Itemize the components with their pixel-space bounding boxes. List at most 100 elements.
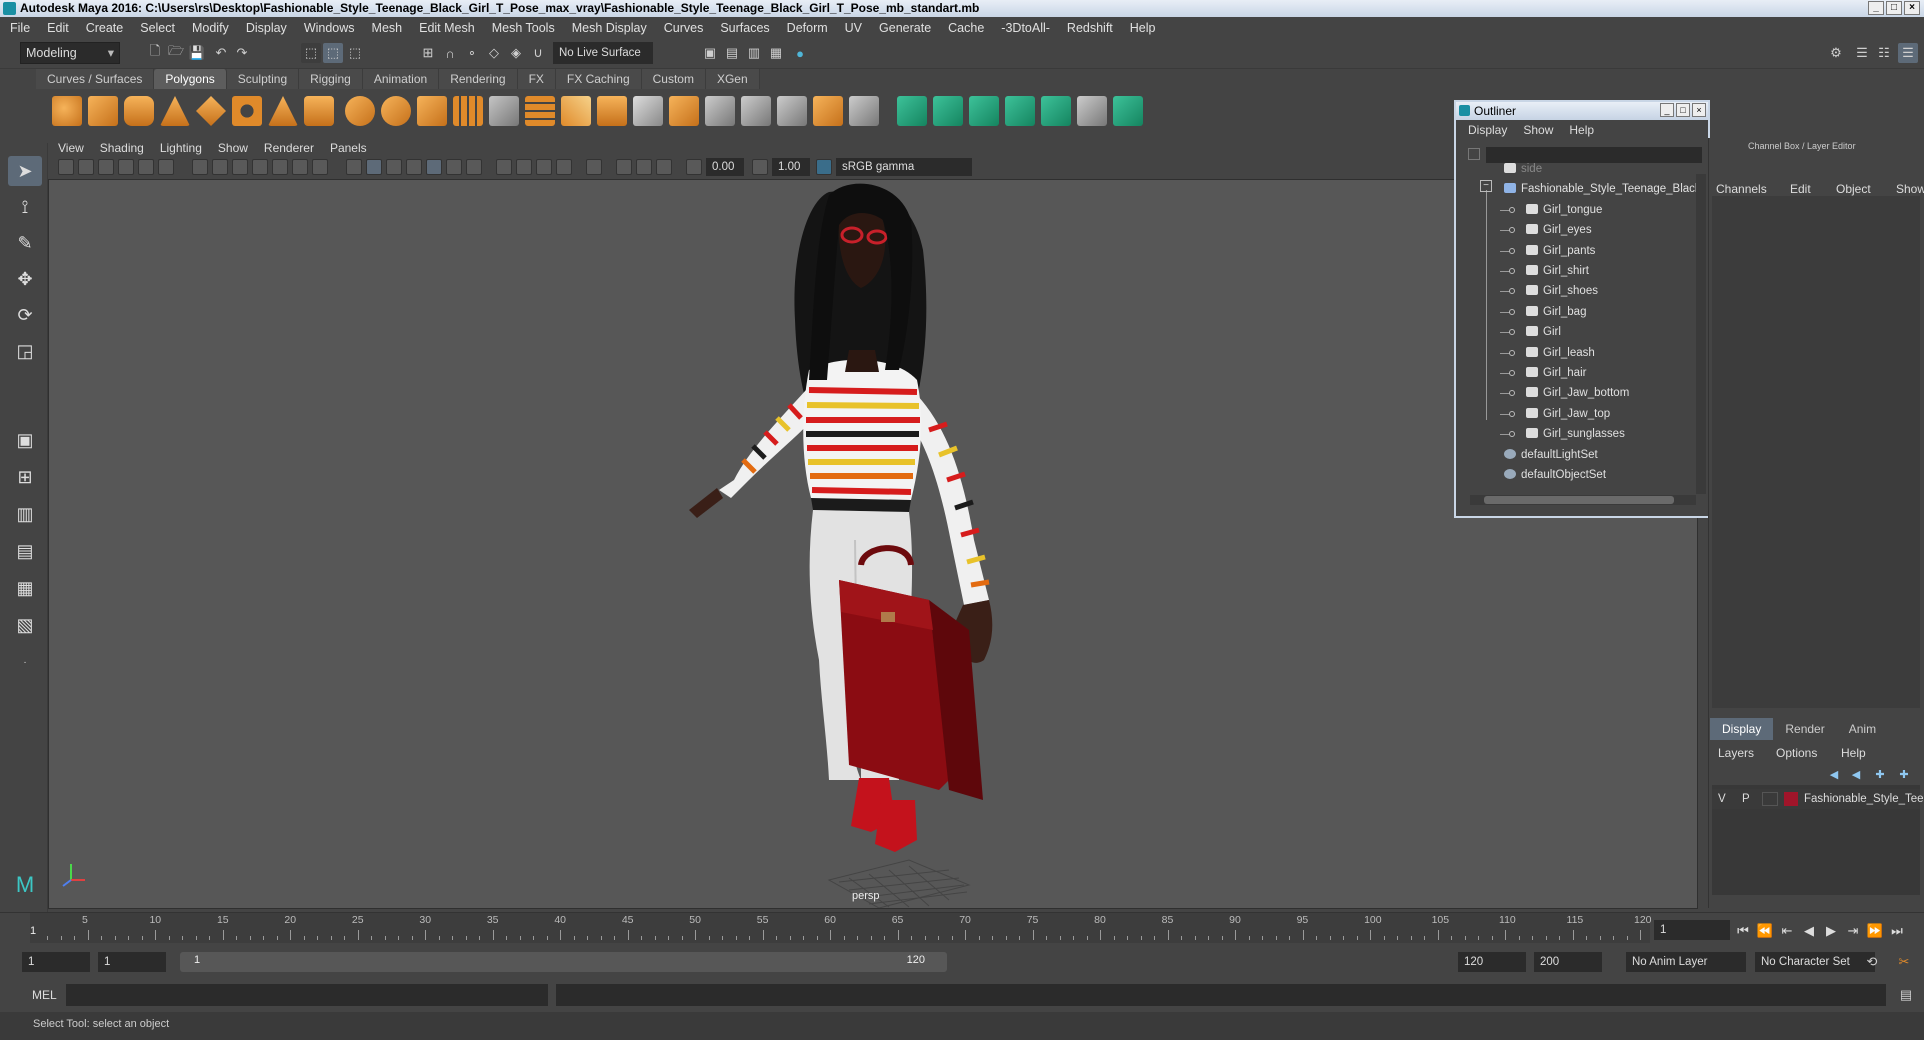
script-editor-icon[interactable]: ▤ [1896,985,1916,1005]
2d-pan-zoom-icon[interactable] [138,159,154,175]
outliner-child-item[interactable]: Girl_hair [1526,363,1586,383]
xray-icon[interactable] [556,159,572,175]
gate-mask-icon[interactable] [252,159,268,175]
layer-color-swatch[interactable] [1784,792,1798,806]
menu-3dtoall[interactable]: -3DtoAll- [1001,21,1050,35]
safe-action-icon[interactable] [292,159,308,175]
outliner-title-bar[interactable]: Outliner _ □ × [1456,102,1708,120]
outliner-child-item[interactable]: Girl [1526,322,1561,342]
outliner-child-item[interactable]: Girl_tongue [1526,200,1602,220]
poly-torus-icon[interactable] [232,96,262,126]
image-plane-icon[interactable] [118,159,134,175]
layer-tab-display[interactable]: Display [1710,718,1774,740]
snap-surface-icon[interactable]: ◈ [506,43,526,63]
textured-icon[interactable] [406,159,422,175]
play-forwards-icon[interactable]: ▶ [1822,922,1840,940]
step-back-key-icon[interactable]: ⇤ [1778,922,1796,940]
average-vertices-icon[interactable] [525,96,555,126]
wireframe-on-shaded-icon[interactable] [386,159,402,175]
layer-menu-layers[interactable]: Layers [1718,746,1754,760]
redo-icon[interactable]: ↷ [232,43,252,63]
select-by-hierarchy-icon[interactable]: ⬚ [301,43,321,63]
menu-generate[interactable]: Generate [879,21,931,35]
shelf-tab-custom[interactable]: Custom [641,69,706,89]
playback-start-field[interactable]: 1 [98,952,166,972]
select-by-object-icon[interactable]: ⬚ [323,43,343,63]
layer-menu-help[interactable]: Help [1841,746,1866,760]
uv-planar-icon[interactable] [897,96,927,126]
scale-tool-icon[interactable]: ◲ [8,336,42,366]
shelf-tab-animation[interactable]: Animation [362,69,440,89]
time-ruler[interactable] [30,913,1650,943]
snap-view-icon[interactable]: ◇ [484,43,504,63]
move-layer-down-icon[interactable]: ◀ [1846,764,1866,784]
poly-sphere-icon[interactable] [52,96,82,126]
paint-select-tool-icon[interactable]: ✎ [8,228,42,258]
panel-menu-panels[interactable]: Panels [330,141,367,155]
live-surface-field[interactable]: No Live Surface [553,42,653,64]
outliner-horizontal-scrollbar[interactable] [1470,495,1696,505]
step-forward-key-icon[interactable]: ⇥ [1844,922,1862,940]
four-view-layout-icon[interactable]: ⊞ [8,462,42,492]
menu-help[interactable]: Help [1130,21,1156,35]
outliner-maximize-button[interactable]: □ [1676,103,1690,117]
panel-menu-renderer[interactable]: Renderer [264,141,314,155]
step-back-frame-icon[interactable]: ⏪ [1756,922,1774,940]
save-scene-icon[interactable]: 💾 [187,43,207,63]
layer-visibility-toggle[interactable]: V [1718,789,1726,809]
uv-editor-icon[interactable] [1077,96,1107,126]
menu-cache[interactable]: Cache [948,21,984,35]
wireframe-icon[interactable] [346,159,362,175]
fill-hole-icon[interactable] [741,96,771,126]
panel-menu-lighting[interactable]: Lighting [160,141,202,155]
gamma-icon[interactable] [752,159,768,175]
outliner-vertical-scrollbar[interactable] [1696,174,1706,494]
shelf-tab-xgen[interactable]: XGen [705,69,760,89]
field-chart-icon[interactable] [272,159,288,175]
menu-file[interactable]: File [10,21,30,35]
snap-point-icon[interactable]: ∘ [462,43,482,63]
motion-blur-icon[interactable] [496,159,512,175]
channel-menu-edit[interactable]: Edit [1790,182,1811,196]
exposure-field[interactable]: 0.00 [706,158,744,176]
go-to-end-icon[interactable]: ⏭ [1888,922,1906,940]
gamma-field[interactable]: 1.00 [772,158,810,176]
new-layer-selected-icon[interactable]: ✚ [1894,764,1914,784]
more-layouts-icon[interactable]: · [8,647,42,677]
outliner-child-item[interactable]: Girl_eyes [1526,220,1592,240]
uv-automatic-icon[interactable] [1005,96,1035,126]
panel-menu-view[interactable]: View [58,141,84,155]
multi-cut-icon[interactable] [813,96,843,126]
select-camera-icon[interactable] [58,159,74,175]
new-layer-icon[interactable]: ✚ [1870,764,1890,784]
menu-edit[interactable]: Edit [47,21,69,35]
hypershade-icon[interactable]: ● [790,43,810,63]
outliner-child-item[interactable]: Girl_pants [1526,241,1595,261]
outliner-child-item[interactable]: Girl_Jaw_top [1526,404,1610,424]
menu-uv[interactable]: UV [845,21,862,35]
maximize-button[interactable]: □ [1886,1,1902,15]
mirror-icon[interactable] [561,96,591,126]
make-hole-icon[interactable] [777,96,807,126]
outliner-menu-help[interactable]: Help [1569,123,1594,137]
xray-joints-icon[interactable] [616,159,632,175]
outliner-minimize-button[interactable]: _ [1660,103,1674,117]
menu-mesh-tools[interactable]: Mesh Tools [492,21,555,35]
camera-attributes-icon[interactable] [78,159,94,175]
filter-icon[interactable] [1468,148,1480,160]
outliner-close-button[interactable]: × [1692,103,1706,117]
color-management-icon[interactable] [816,159,832,175]
channel-menu-channels[interactable]: Channels [1716,182,1767,196]
snap-curve-icon[interactable]: ∩ [440,43,460,63]
menu-deform[interactable]: Deform [787,21,828,35]
backface-culling-icon[interactable] [656,159,672,175]
outliner-child-item[interactable]: Girl_shoes [1526,281,1598,301]
outliner-menu-show[interactable]: Show [1523,123,1553,137]
magnet-icon[interactable]: ∪ [528,43,548,63]
snap-grid-icon[interactable]: ⊞ [418,43,438,63]
outliner-child-item[interactable]: Girl_Jaw_bottom [1526,383,1629,403]
panel-menu-show[interactable]: Show [218,141,248,155]
ambient-occlusion-icon[interactable] [466,159,482,175]
bridge-icon[interactable] [633,96,663,126]
menu-display[interactable]: Display [246,21,287,35]
